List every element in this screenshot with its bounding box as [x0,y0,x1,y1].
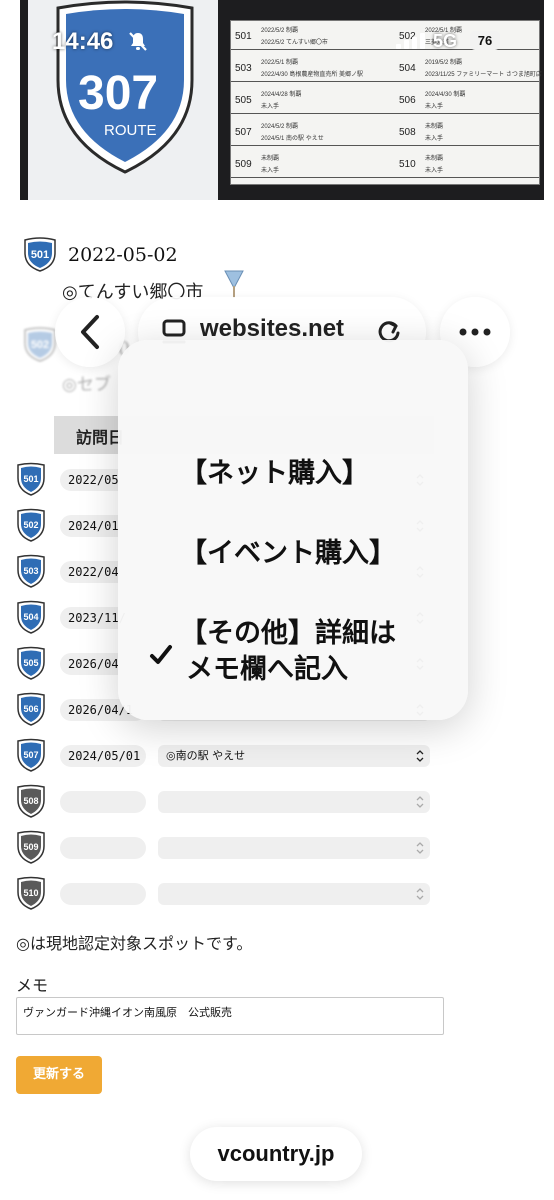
badge-number: 506 [23,704,38,714]
sheet-text: 未入手 [425,168,444,174]
sheet-row: 503 2022/5/1 制覇 2022/4/30 島根農産物直売所 美郷ノ駅 504… [231,55,542,82]
sheet-number: 501 [235,31,252,42]
visit-date-field[interactable]: 2024/05/01 [60,745,146,767]
host-pill[interactable]: vcountry.jp [190,1127,362,1181]
place-select[interactable] [158,837,430,859]
badge-number: 503 [23,566,38,576]
shield-word: ROUTE [104,122,157,139]
place-select[interactable] [158,883,430,905]
memo-label: メモ [16,976,49,995]
place-select[interactable] [158,791,430,813]
visit-date-field[interactable] [60,837,146,859]
battery-indicator: 76 [470,31,500,50]
spot-note: ◎は現地認定対象スポットです。 [16,934,253,953]
badge-number: 502 [31,339,49,351]
sheet-number: 508 [399,127,416,138]
sheet-number: 506 [399,95,416,106]
silent-bell-icon [129,32,147,51]
option-event-purchase[interactable]: 【イベント購入】 [180,536,396,572]
badge-number: 508 [23,796,38,806]
route-badge-icon: 506 [17,692,45,726]
entry-date: 2022-05-02 [68,244,178,266]
sheet-text: 2019/5/2 制覇 [425,60,463,66]
select-arrows-icon [416,888,424,900]
sheet-text: 2024/4/30 制覇 [425,92,466,98]
route-badge-icon: 501 [24,237,56,272]
sheet-text: 未入手 [425,104,444,110]
badge-number: 510 [23,888,38,898]
visit-date-field[interactable] [60,883,146,905]
badge-number: 502 [23,520,38,530]
sheet-number: 509 [235,159,252,170]
signal-icon [396,33,425,49]
chevron-left-icon [81,315,99,349]
route-badge-icon: 502 [17,508,45,542]
sheet-row: 509 未制覇未入手 510 未制覇未入手 [231,151,539,178]
visit-date-field[interactable] [60,791,146,813]
badge-number: 509 [23,842,38,852]
badge-number: 504 [23,612,38,622]
sheet-number: 505 [235,95,252,106]
select-arrows-icon [416,842,424,854]
status-time: 14:46 [52,28,114,55]
sheet-text: 未制覇 [425,124,444,130]
route-badge-icon: 508 [17,784,45,818]
sheet-text: 2023/11/25 ファミリーマート さつま旭町店 [425,72,542,78]
sheet-text: 未制覇 [261,156,280,162]
sheet-number: 510 [399,159,416,170]
entry-place: ◎セブ [62,375,111,395]
sheet-text: 2024/4/28 制覇 [261,92,302,98]
select-arrows-icon [416,796,424,808]
sheet-number: 507 [235,127,252,138]
sheet-text: 未入手 [261,168,280,174]
route-badge-icon: 501 [17,462,45,496]
sheet-text: 2024/5/1 南の駅 やえせ [261,136,324,142]
badge-number: 507 [23,750,38,760]
back-button[interactable] [55,297,125,367]
sheet-text: 2022/5/2 てんすい郷〇市 [261,40,328,46]
select-arrows-icon [416,750,424,762]
sheet-text: 2024/5/2 制覇 [261,124,299,130]
route-badge-icon: 504 [17,600,45,634]
sheet-text: 未入手 [425,136,444,142]
route-badge-icon: 509 [17,830,45,864]
route-badge-icon: 503 [17,554,45,588]
option-other-line1: 【その他】詳細は [180,618,396,649]
place-select-value: ◎南の駅 やえせ [166,749,246,762]
badge-number: 501 [23,474,38,484]
select-popover: 【ネット購入】 【イベント購入】 【その他】詳細は メモ欄へ記入 [118,340,468,720]
badge-number: 501 [31,249,49,261]
network-type: 5G [433,31,458,51]
url-text: websites.net [200,315,345,342]
sheet-number: 503 [235,63,252,74]
checkmark-icon [150,645,172,664]
route-badge-icon: 502 [24,327,56,362]
sheet-text: 未入手 [261,104,280,110]
memo-field[interactable]: ヴァンガード沖縄イオン南風原 公式販売 [16,997,444,1035]
shield-number: 307 [78,67,159,120]
sheet-number: 504 [399,63,416,74]
sheet-text: 未制覇 [425,156,444,162]
sheet-text: 2022/4/30 島根農産物直売所 美郷ノ駅 [261,72,364,78]
visit-date-header: 訪問日 [76,428,125,447]
update-button[interactable]: 更新する [16,1056,102,1094]
badge-number: 505 [23,658,38,668]
option-other-line2: メモ欄へ記入 [186,654,348,685]
sheet-text: 2022/5/1 制覇 [261,60,299,66]
route-badge-icon: 510 [17,876,45,910]
sheet-row: 505 2024/4/28 制覇 未入手 506 2024/4/30 制覇 未入手 [231,87,539,114]
sheet-row: 507 2024/5/2 制覇 2024/5/1 南の駅 やえせ 508 未制覇未入手 [231,119,539,146]
option-net-purchase[interactable]: 【ネット購入】 [180,456,369,492]
place-select[interactable]: ◎南の駅 やえせ [158,745,430,767]
route-badge-icon: 505 [17,646,45,680]
sheet-text: 2022/5/2 制覇 [261,28,299,34]
route-badge-icon: 507 [17,738,45,772]
